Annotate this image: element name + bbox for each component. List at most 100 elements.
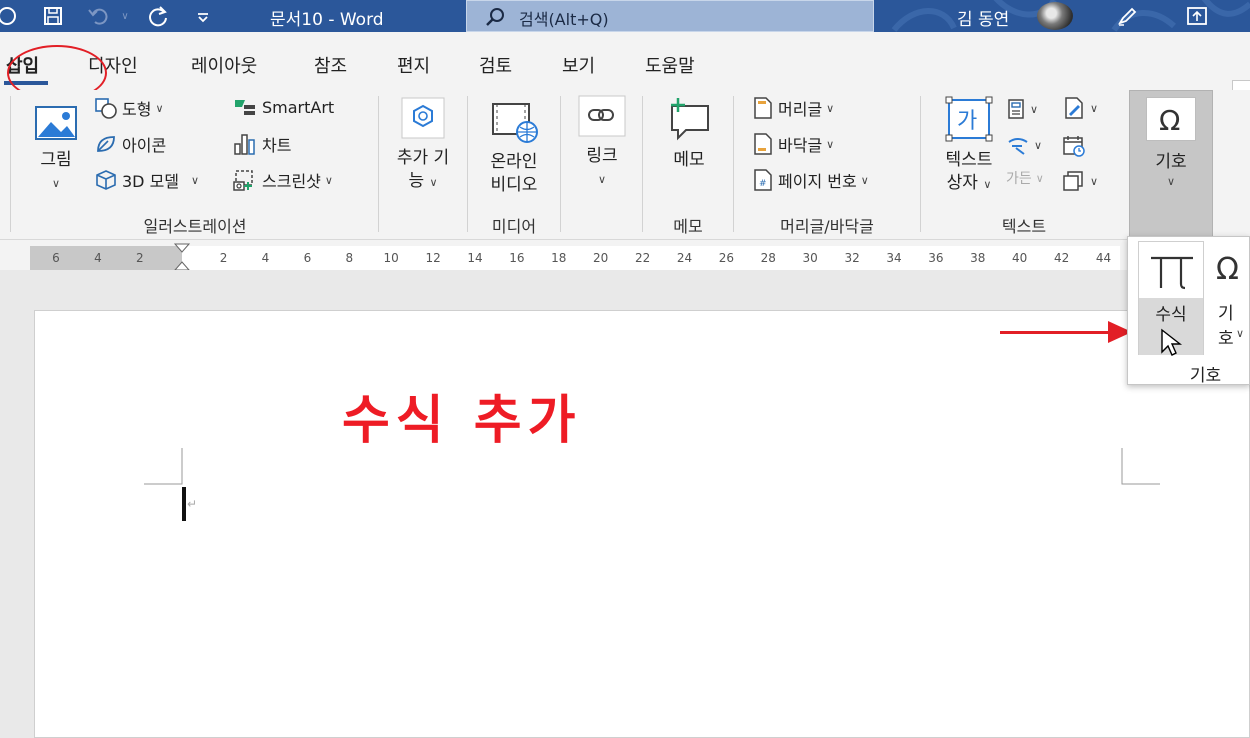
tab-mailings[interactable]: 편지 — [397, 52, 430, 78]
comment-label: 메모 — [673, 150, 705, 170]
icons-label: 아이콘 — [122, 136, 167, 155]
separator — [10, 96, 11, 232]
ruler-label: 22 — [634, 251, 651, 265]
tab-review[interactable]: 검토 — [479, 52, 512, 78]
cube-icon — [96, 170, 116, 190]
ruler-label: 40 — [1012, 251, 1028, 265]
link-button[interactable]: 링크 ∨ — [572, 94, 632, 191]
3d-models-button[interactable]: 3D 모델 ∨ — [94, 168, 199, 192]
pen-icon[interactable] — [1114, 3, 1140, 29]
online-video-button[interactable]: 온라인 비디오 — [476, 100, 552, 197]
signature-line-button[interactable]: ∨ — [1062, 96, 1098, 120]
symbols-group-label: 기호 — [1189, 366, 1222, 386]
separator — [642, 96, 643, 232]
wordart-button[interactable]: ∨ — [1006, 134, 1042, 156]
ruler-label: 30 — [802, 251, 818, 265]
chart-icon — [234, 134, 255, 155]
picture-label: 그림 — [40, 150, 72, 170]
omega-icon: Ω — [1216, 252, 1239, 287]
search-box[interactable]: 검색(Alt+Q) — [466, 0, 874, 32]
ruler-label: 38 — [970, 251, 986, 265]
ruler-label: 34 — [886, 251, 902, 265]
ruler-label: 14 — [467, 251, 483, 265]
symbol-label: 기호 — [1218, 304, 1234, 349]
search-icon — [485, 6, 507, 32]
equation-label: 수식 — [1155, 305, 1187, 325]
footer-button[interactable]: 바닥글 ∨ — [752, 132, 834, 156]
illustrations-group-label: 일러스트레이션 — [143, 217, 247, 236]
shapes-icon — [95, 98, 117, 119]
ruler-label: 12 — [425, 251, 441, 265]
icons-button[interactable]: 아이콘 — [94, 132, 166, 156]
text-box-icon: 가 — [945, 96, 993, 142]
equation-button[interactable]: 수식 — [1138, 241, 1204, 356]
date-time-button[interactable] — [1062, 134, 1086, 158]
red-arrow — [1000, 331, 1112, 334]
screenshot-button[interactable]: 스크린샷 ∨ — [232, 168, 333, 192]
ruler-label: 10 — [383, 251, 399, 265]
document-page[interactable] — [34, 310, 1250, 738]
text-box-label-1: 텍스트 — [945, 150, 993, 170]
ruler-label: 4 — [94, 251, 102, 265]
undo-dropdown-icon[interactable]: ∨ — [112, 3, 138, 29]
customize-qat-icon[interactable] — [190, 3, 216, 29]
addins-label-2: 능 — [408, 171, 425, 191]
ruler-label: 6 — [52, 251, 60, 265]
ruler-label: 4 — [261, 251, 270, 265]
omega-icon: Ω — [1146, 97, 1196, 141]
user-name[interactable]: 김 동연 — [957, 5, 1009, 30]
header-icon — [754, 97, 772, 119]
object-button[interactable]: ∨ — [1062, 170, 1098, 192]
smartart-button[interactable]: SmartArt — [232, 96, 334, 118]
ruler-label: 24 — [676, 251, 693, 265]
dropcap-button[interactable]: 가든 ∨ — [1006, 168, 1044, 188]
ruler-label: 16 — [509, 251, 525, 265]
undo-icon[interactable] — [86, 3, 112, 29]
symbols-button[interactable]: Ω 기호 ∨ — [1129, 90, 1213, 240]
svg-text:Ω: Ω — [1216, 252, 1239, 287]
ruler-label: 20 — [593, 251, 609, 265]
separator — [920, 96, 921, 232]
save-icon[interactable] — [40, 3, 66, 29]
comment-icon — [671, 98, 709, 141]
pi-icon — [1151, 256, 1193, 290]
document-title: 문서10 - Word — [270, 10, 384, 30]
header-button[interactable]: 머리글 ∨ — [752, 96, 834, 120]
media-group-label: 미디어 — [491, 217, 537, 236]
horizontal-ruler[interactable]: 6 4 2 2 4 6 8 10 12 14 16 18 20 22 24 26 28 30 32 34 36 38 40 4… — [30, 243, 1120, 279]
header-footer-group-label: 머리글/바닥글 — [780, 217, 874, 236]
separator — [560, 96, 561, 232]
page-number-button[interactable]: # 페이지 번호 ∨ — [752, 168, 869, 192]
page-number-icon: # — [754, 169, 772, 191]
separator — [378, 96, 379, 232]
ruler-label: 44 — [1095, 251, 1112, 265]
addins-button[interactable]: 추가 기 능 ∨ — [388, 96, 458, 194]
tab-references[interactable]: 참조 — [314, 52, 347, 78]
tab-view[interactable]: 보기 — [562, 52, 595, 78]
svg-text:가: 가 — [957, 109, 977, 134]
annotation-caption: 수식 추가 — [342, 391, 582, 451]
text-box-button[interactable]: 가 텍스트 상자 ∨ — [934, 96, 1004, 196]
signature-icon — [1065, 97, 1083, 119]
ruler-label: 32 — [844, 251, 860, 265]
chart-button[interactable]: 차트 — [232, 132, 291, 156]
smartart-icon — [235, 100, 255, 115]
redo-icon[interactable] — [145, 3, 171, 29]
autosave-icon[interactable] — [0, 3, 20, 29]
ribbon-display-icon[interactable] — [1184, 3, 1210, 29]
3d-models-label: 3D 모델 — [122, 172, 180, 191]
picture-button[interactable]: 그림 ∨ — [28, 104, 84, 195]
comment-button[interactable]: 메모 — [656, 96, 722, 172]
shapes-button[interactable]: 도형 ∨ — [94, 96, 164, 120]
avatar[interactable] — [1037, 2, 1073, 30]
wordart-icon — [1008, 138, 1028, 155]
link-icon — [578, 95, 626, 137]
tab-layout[interactable]: 레이아웃 — [191, 52, 257, 78]
screenshot-icon — [233, 170, 253, 191]
ribbon-tabs: 삽입 디자인 레이아웃 참조 편지 검토 보기 도움말 — [0, 32, 1250, 114]
margin-corner-left — [144, 448, 183, 485]
svg-text:Ω: Ω — [1159, 104, 1180, 137]
quick-parts-button[interactable]: ∨ — [1006, 98, 1038, 120]
tab-help[interactable]: 도움말 — [645, 52, 695, 78]
shapes-label: 도형 — [122, 100, 152, 119]
